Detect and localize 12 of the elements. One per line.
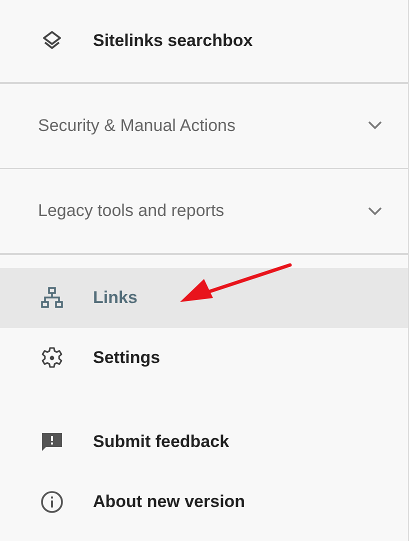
nav-item[interactable]: Settings <box>0 328 408 388</box>
settings-icon <box>40 346 64 370</box>
sitemap-icon <box>40 286 64 310</box>
section-header[interactable]: Security & Manual Actions <box>0 84 408 168</box>
sidebar-item[interactable]: Sitelinks searchbox <box>0 0 408 82</box>
nav-item[interactable]: Links <box>0 268 408 328</box>
menu-item[interactable]: About new version <box>0 472 408 532</box>
chevron-icon <box>368 206 382 216</box>
chevron-icon <box>368 121 382 130</box>
info-icon <box>40 490 64 514</box>
menu-item[interactable]: Submit feedback <box>0 412 408 472</box>
section-header[interactable]: Legacy tools and reports <box>0 169 408 253</box>
